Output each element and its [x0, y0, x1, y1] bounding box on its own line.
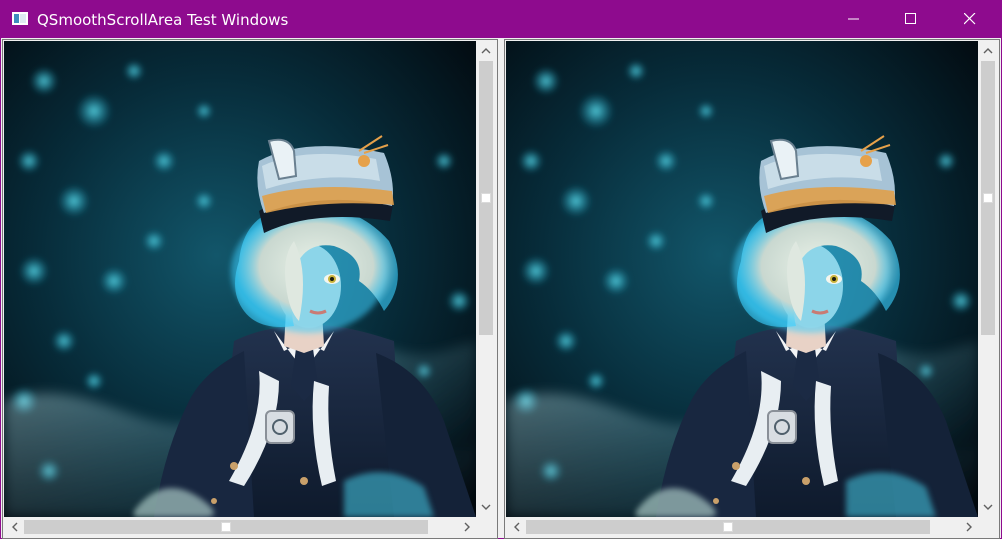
scroll-viewport[interactable] — [506, 41, 978, 517]
app-window-icon — [12, 12, 28, 25]
scroll-up-button[interactable] — [978, 41, 998, 61]
chevron-right-icon — [966, 522, 972, 532]
minimize-button[interactable] — [831, 1, 877, 38]
vertical-scrollbar[interactable] — [476, 41, 496, 517]
close-icon — [964, 13, 976, 25]
vertical-scroll-handle[interactable] — [983, 193, 993, 203]
scroll-down-button[interactable] — [476, 497, 496, 517]
maximize-button[interactable] — [888, 1, 934, 38]
chevron-down-icon — [481, 504, 491, 510]
portrait-image — [4, 41, 476, 517]
scroll-viewport[interactable] — [4, 41, 476, 517]
chevron-left-icon — [12, 522, 18, 532]
chevron-down-icon — [983, 504, 993, 510]
close-button[interactable] — [947, 1, 993, 38]
scroll-right-button[interactable] — [958, 517, 978, 537]
window-title: QSmoothScrollArea Test Windows — [37, 11, 289, 29]
minimize-icon — [848, 18, 859, 20]
left-scroll-area[interactable] — [2, 39, 498, 539]
portrait-image — [506, 41, 978, 517]
horizontal-scroll-handle[interactable] — [221, 522, 231, 532]
scroll-right-button[interactable] — [456, 517, 476, 537]
vertical-scrollbar[interactable] — [978, 41, 998, 517]
horizontal-scrollbar[interactable] — [506, 517, 978, 537]
right-scroll-area[interactable] — [504, 39, 1000, 539]
scrollbar-corner — [978, 517, 998, 537]
scroll-left-button[interactable] — [506, 517, 526, 537]
chevron-left-icon — [514, 522, 520, 532]
horizontal-scrollbar[interactable] — [4, 517, 476, 537]
scroll-up-button[interactable] — [476, 41, 496, 61]
chevron-right-icon — [464, 522, 470, 532]
scroll-down-button[interactable] — [978, 497, 998, 517]
maximize-icon — [905, 13, 916, 24]
scrollbar-corner — [476, 517, 496, 537]
app-window: QSmoothScrollArea Test Windows — [0, 0, 1002, 539]
vertical-scroll-handle[interactable] — [481, 193, 491, 203]
scroll-left-button[interactable] — [4, 517, 24, 537]
title-bar[interactable]: QSmoothScrollArea Test Windows — [1, 1, 1001, 38]
horizontal-scroll-handle[interactable] — [723, 522, 733, 532]
chevron-up-icon — [481, 48, 491, 54]
chevron-up-icon — [983, 48, 993, 54]
